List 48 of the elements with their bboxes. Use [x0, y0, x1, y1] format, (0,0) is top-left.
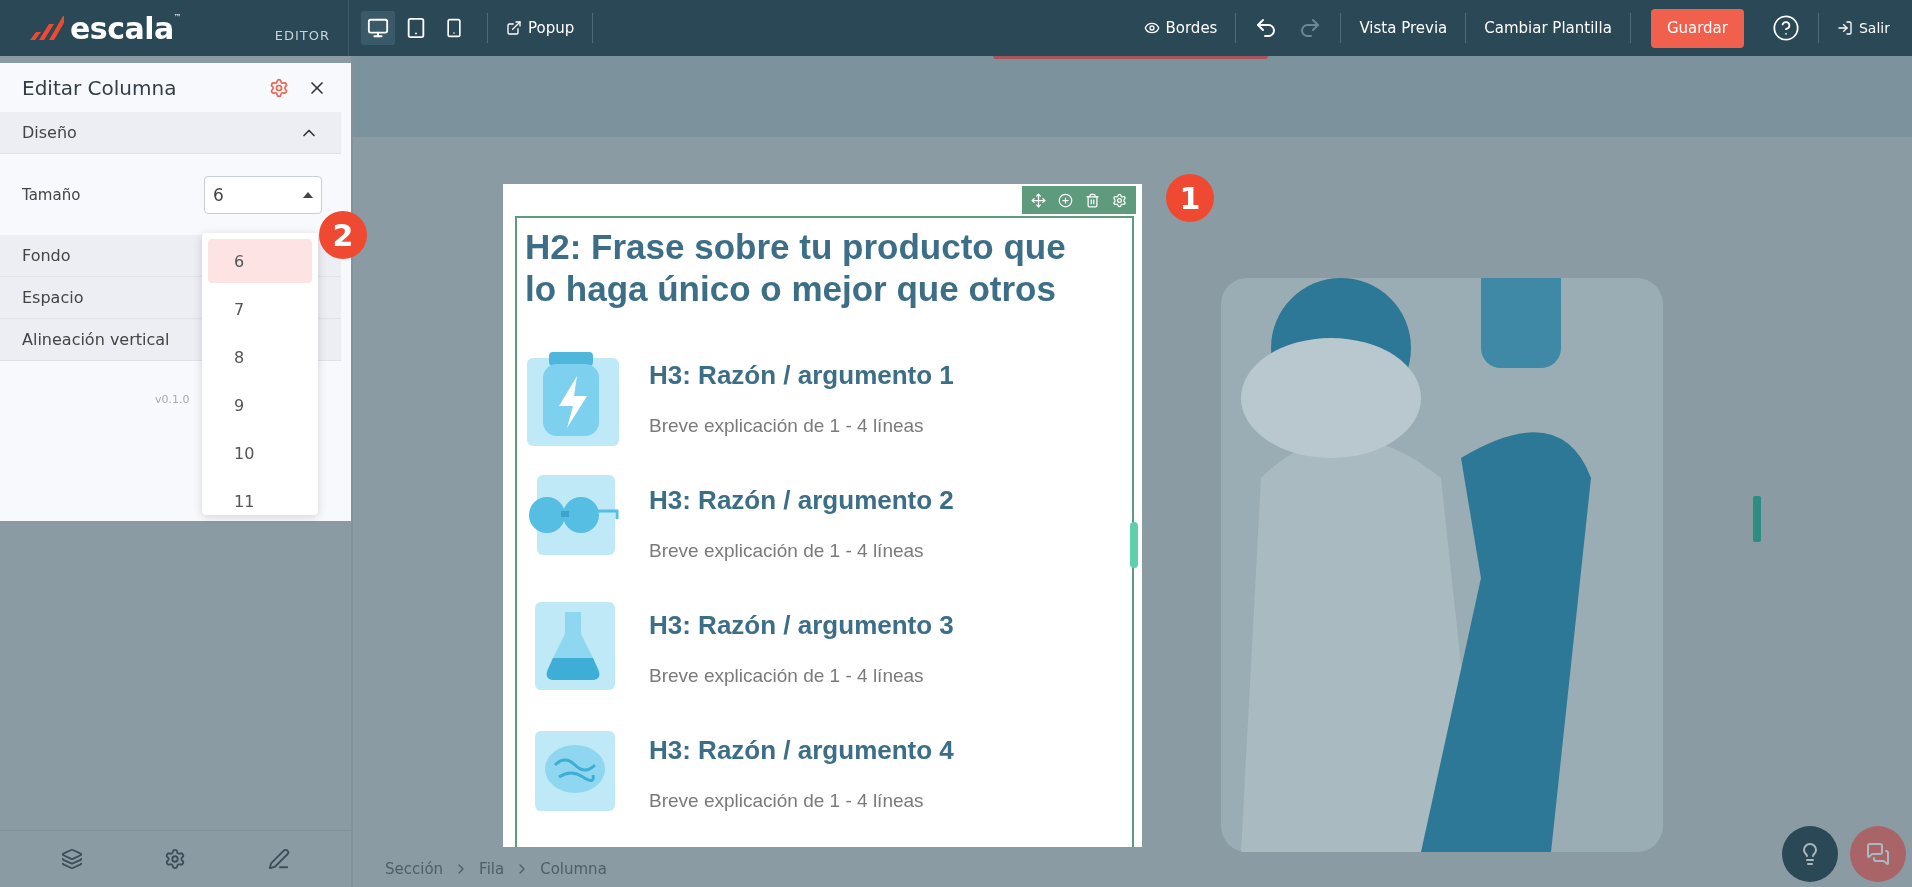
- reason-title: H3: Razón / argumento 3: [649, 610, 954, 641]
- reason-title: H3: Razón / argumento 4: [649, 735, 954, 766]
- section-heading: H2: Frase sobre tu producto que lo haga único o mejor que otros: [525, 226, 1067, 310]
- trash-icon[interactable]: [1085, 192, 1100, 208]
- chat-button[interactable]: [1850, 826, 1906, 882]
- size-option[interactable]: 10: [208, 431, 312, 475]
- chat-icon: [1866, 842, 1890, 866]
- add-icon[interactable]: [1058, 192, 1073, 208]
- reason-text: Breve explicación de 1 - 4 líneas: [649, 415, 925, 437]
- design-section-header[interactable]: Diseño: [0, 112, 341, 154]
- preview-button[interactable]: Vista Previa: [1357, 15, 1450, 41]
- move-icon[interactable]: [1031, 192, 1046, 208]
- reason-text: Breve explicación de 1 - 4 líneas: [649, 665, 925, 687]
- section-label: Diseño: [22, 123, 77, 142]
- popup-button[interactable]: Popup: [504, 15, 577, 41]
- borders-button[interactable]: Bordes: [1141, 15, 1220, 41]
- external-link-icon: [506, 20, 522, 36]
- reason-text: Breve explicación de 1 - 4 líneas: [649, 540, 925, 562]
- logo-icon: [30, 16, 64, 40]
- resize-handle[interactable]: [1130, 522, 1138, 568]
- settings-icon[interactable]: [1112, 192, 1127, 208]
- reason-text: Breve explicación de 1 - 4 líneas: [649, 790, 925, 812]
- panel-title: Editar Columna: [22, 75, 177, 100]
- tips-button[interactable]: [1782, 826, 1838, 882]
- size-option[interactable]: 6: [208, 239, 312, 283]
- eye-icon: [1143, 20, 1160, 36]
- size-label: Tamaño: [22, 185, 81, 204]
- phone-icon: [444, 18, 464, 38]
- tablet-icon: [405, 17, 427, 39]
- step-badge: 1: [1166, 174, 1214, 222]
- change-template-button[interactable]: Cambiar Plantilla: [1482, 15, 1614, 41]
- step-badge: 2: [319, 211, 367, 259]
- caret-icon: [303, 191, 313, 198]
- reason-title: H3: Razón / argumento 1: [649, 360, 954, 391]
- size-option[interactable]: 9: [208, 383, 312, 427]
- size-select[interactable]: 6: [204, 175, 322, 214]
- exit-button[interactable]: Salir: [1835, 16, 1892, 40]
- monitor-icon: [367, 17, 389, 39]
- size-option[interactable]: 11: [208, 479, 312, 523]
- resize-handle[interactable]: [1753, 496, 1761, 542]
- exit-icon: [1837, 20, 1853, 36]
- reason-title: H3: Razón / argumento 2: [649, 485, 954, 516]
- trademark: ™: [173, 13, 182, 22]
- jar-icon: [527, 350, 619, 446]
- desktop-view-button[interactable]: [361, 11, 395, 45]
- logo-text: escala: [70, 10, 174, 46]
- mode-label: EDITOR: [274, 27, 330, 43]
- version-label: v0.1.0: [155, 393, 190, 406]
